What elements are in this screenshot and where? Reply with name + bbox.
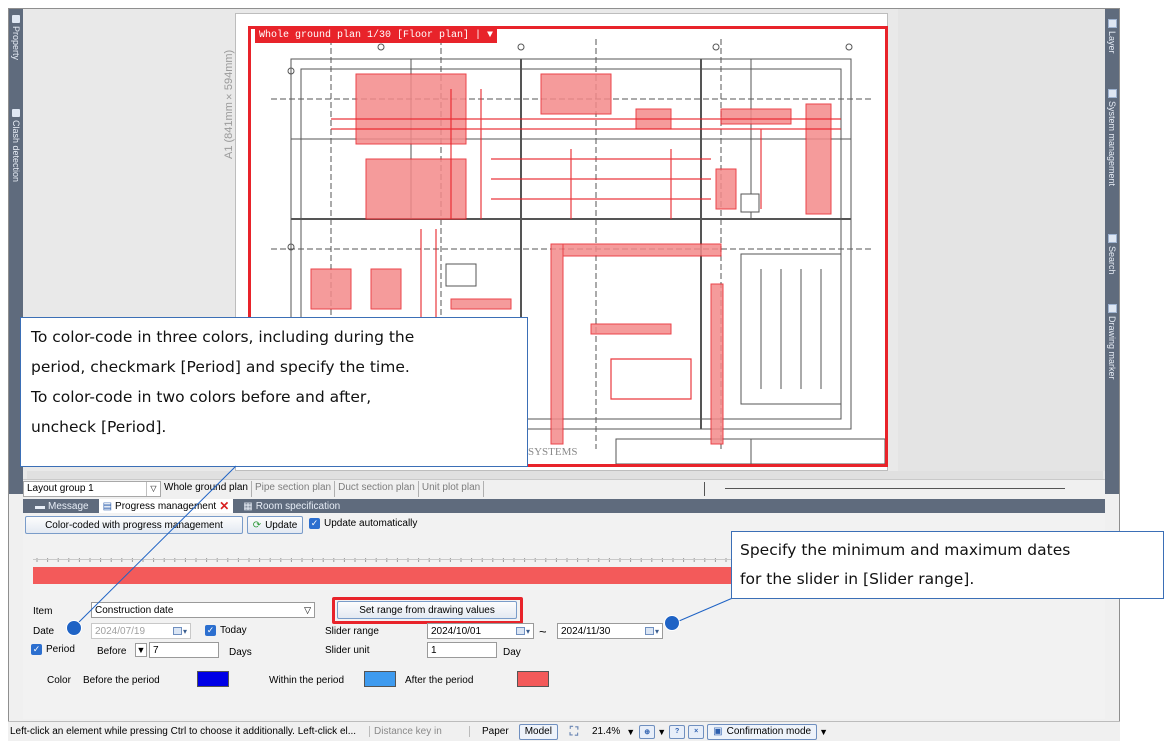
callout-leader-lines bbox=[73, 465, 736, 628]
period-callout-marker bbox=[66, 620, 82, 636]
slider-callout-marker bbox=[664, 615, 680, 631]
slider-range-callout: Specify the minimum and maximum dates fo… bbox=[731, 531, 1164, 599]
